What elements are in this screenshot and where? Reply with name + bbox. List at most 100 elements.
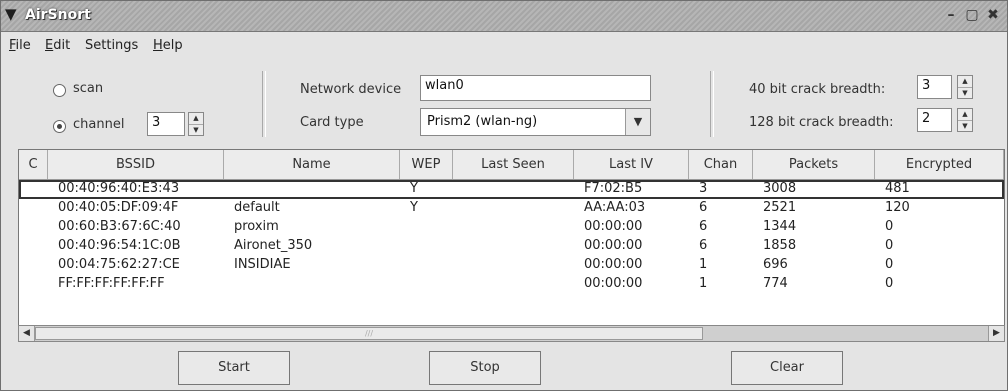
column-header[interactable]: BSSID [48,150,224,179]
table-cell: 0 [885,257,894,272]
column-header[interactable]: C [19,150,48,179]
channel-spinner[interactable]: ▲ ▼ [188,112,204,136]
table-cell: proxim [234,219,279,234]
column-header[interactable]: Name [224,150,400,179]
spin-down-icon[interactable]: ▼ [189,125,203,136]
table-cell: 1 [699,276,708,291]
table-cell: 3 [699,181,708,196]
table-row[interactable]: FF:FF:FF:FF:FF:FF 00:00:00 1 774 0 [19,275,1004,294]
table-cell: 00:60:B3:67:6C:40 [58,219,181,234]
table-row[interactable]: 00:40:96:40:E3:43 Y F7:02:B5 3 3008 481 [19,180,1004,199]
stop-button[interactable]: Stop [429,351,541,385]
channel-label: channel [73,117,125,132]
crack-128-input[interactable]: 2 [917,108,952,132]
menu-edit[interactable]: Edit [45,38,70,53]
spin-down-icon[interactable]: ▼ [958,121,972,132]
spin-up-icon[interactable]: ▲ [958,109,972,121]
minimize-icon[interactable]: – [942,6,960,24]
table-cell: 696 [763,257,788,272]
column-header[interactable]: Last Seen [453,150,574,179]
table-cell: F7:02:B5 [584,181,643,196]
column-header[interactable]: Chan [689,150,753,179]
channel-radio[interactable] [53,120,66,133]
table-cell: 2521 [763,200,797,215]
table-cell: 6 [699,219,708,234]
separator [262,71,266,137]
clear-button[interactable]: Clear [731,351,843,385]
window-menu-icon[interactable]: ▼ [5,5,17,23]
scan-radio[interactable] [53,84,66,97]
spin-up-icon[interactable]: ▲ [958,76,972,88]
table-row[interactable]: 00:40:05:DF:09:4F default Y AA:AA:03 6 2521 12… [19,199,1004,218]
menu-help[interactable]: Help [153,38,183,53]
table-cell: 0 [885,238,894,253]
table-body: 00:40:96:40:E3:43 Y F7:02:B5 3 3008 481 00:40:… [19,180,1004,294]
table-cell: 6 [699,200,708,215]
table-cell: default [234,200,280,215]
crack-40-spinner[interactable]: ▲ ▼ [957,75,973,99]
start-button[interactable]: Start [178,351,290,385]
card-type-label: Card type [300,115,364,130]
crack-40-input[interactable]: 3 [917,75,952,99]
channel-input[interactable]: 3 [147,112,185,136]
table-cell: Aironet_350 [234,238,313,253]
table-cell: 774 [763,276,788,291]
menu-settings[interactable]: Settings [85,38,138,53]
table-cell: 0 [885,276,894,291]
spin-up-icon[interactable]: ▲ [189,113,203,125]
networks-table: C BSSID Name WEP Last Seen Last IV Chan Packets… [18,149,1005,335]
table-cell: 00:00:00 [584,257,643,272]
table-cell: 6 [699,238,708,253]
scroll-right-icon[interactable]: ▶ [988,326,1004,341]
window-title: AirSnort [25,7,91,23]
network-device-input[interactable]: wlan0 [420,75,651,101]
table-cell: 00:04:75:62:27:CE [58,257,180,272]
table-cell: AA:AA:03 [584,200,646,215]
table-cell: 0 [885,219,894,234]
table-cell: Y [410,200,418,215]
table-cell: 00:00:00 [584,219,643,234]
scrollbar-thumb[interactable]: /// [35,327,703,340]
table-row[interactable]: 00:04:75:62:27:CE INSIDIAE 00:00:00 1 696 0 [19,256,1004,275]
column-header[interactable]: Packets [753,150,875,179]
table-cell: 00:00:00 [584,238,643,253]
title-bar[interactable]: ▼ AirSnort – ▢ ✖ [1,1,1007,32]
column-header[interactable]: WEP [400,150,453,179]
table-cell: 1858 [763,238,797,253]
table-row[interactable]: 00:60:B3:67:6C:40 proxim 00:00:00 6 1344 0 [19,218,1004,237]
table-cell: 3008 [763,181,797,196]
crack-128-label: 128 bit crack breadth: [749,115,894,130]
network-device-label: Network device [300,82,402,97]
chevron-down-icon[interactable]: ▼ [625,109,650,135]
settings-panel: scan channel 3 ▲ ▼ Network device wlan0 … [1,61,1007,146]
table-cell: 00:40:96:54:1C:0B [58,238,181,253]
table-cell: FF:FF:FF:FF:FF:FF [58,276,165,291]
crack-40-label: 40 bit crack breadth: [749,82,886,97]
airsnort-window: ▼ AirSnort – ▢ ✖ File Edit Settings Help… [0,0,1008,391]
table-cell: INSIDIAE [234,257,291,272]
table-cell: 00:40:96:40:E3:43 [58,181,180,196]
table-cell: 1 [699,257,708,272]
column-header[interactable]: Last IV [574,150,689,179]
horizontal-scrollbar[interactable]: ◀ /// ▶ [18,325,1005,342]
table-cell: 00:40:05:DF:09:4F [58,200,179,215]
table-header: C BSSID Name WEP Last Seen Last IV Chan Packets… [19,150,1004,180]
card-type-select[interactable]: Prism2 (wlan-ng) ▼ [420,108,651,136]
scroll-left-icon[interactable]: ◀ [19,326,35,341]
table-row[interactable]: 00:40:96:54:1C:0B Aironet_350 00:00:00 6 185… [19,237,1004,256]
menu-file[interactable]: File [9,38,31,53]
card-type-value: Prism2 (wlan-ng) [427,114,538,129]
table-cell: 00:00:00 [584,276,643,291]
scan-label: scan [73,81,104,96]
table-cell: 120 [885,200,910,215]
table-cell: 1344 [763,219,797,234]
close-icon[interactable]: ✖ [984,6,1002,24]
separator [710,71,714,137]
maximize-icon[interactable]: ▢ [963,6,981,24]
spin-down-icon[interactable]: ▼ [958,88,972,99]
menu-bar: File Edit Settings Help [1,32,1007,60]
table-cell: 481 [885,181,910,196]
crack-128-spinner[interactable]: ▲ ▼ [957,108,973,132]
column-header[interactable]: Encrypted [875,150,1004,179]
table-cell: Y [410,181,418,196]
